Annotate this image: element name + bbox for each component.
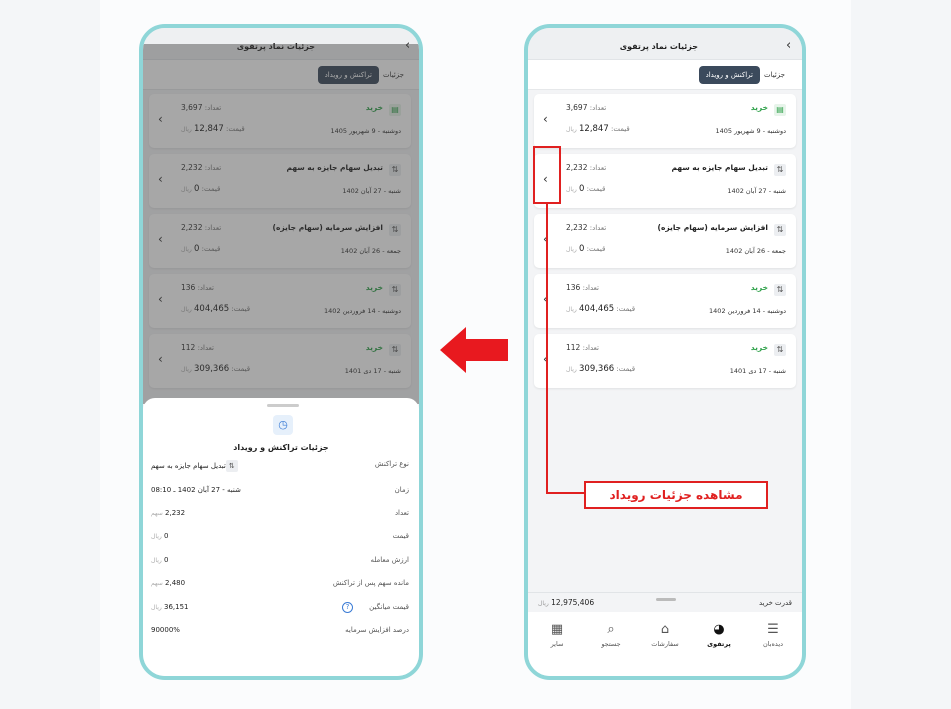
nav-item-more[interactable]: ▦ سایر — [534, 622, 580, 648]
callout-label: مشاهده جزئیات رویداد — [584, 481, 768, 509]
event-count: تعداد: 2,232 — [566, 163, 607, 172]
nav-item-orders[interactable]: ⌂ سفارشات — [642, 622, 688, 648]
buy-power-label: قدرت خرید — [758, 599, 792, 607]
clock-document-icon: ◷ — [273, 415, 293, 435]
event-card[interactable]: ⇅ افزایش سرمایه (سهام جایزه) جمعه - 26 آ… — [534, 214, 796, 268]
app-header: جزئیات نماد پرتفوی ‹ — [528, 28, 802, 60]
tab-transactions[interactable]: تراکنش و رویداد — [698, 66, 760, 84]
callout-connector — [546, 204, 548, 494]
event-type: خرید — [750, 103, 768, 112]
event-count: تعداد: 2,232 — [566, 223, 607, 232]
phone-event-details: جزئیات نماد پرتفوی ‹ جزئیات تراکنش و روی… — [139, 24, 423, 680]
swap-icon: ⇅ — [774, 224, 786, 236]
highlight-box — [533, 146, 561, 204]
event-count: تعداد: 112 — [566, 343, 599, 352]
detail-value: ⇅تبدیل سهام جایزه به سهم — [151, 460, 242, 472]
page-title: جزئیات نماد پرتفوی — [619, 42, 698, 51]
chevron-left-icon[interactable]: ‹ — [543, 112, 548, 126]
event-type: خرید — [750, 343, 768, 352]
receipt-icon: ▤ — [774, 104, 786, 116]
event-date: شنبه - 17 دی 1401 — [729, 367, 786, 375]
event-count: تعداد: 136 — [566, 283, 599, 292]
transaction-details-sheet: ◷ جزئیات تراکنش و رویداد نوع تراکنش ⇅تبد… — [143, 398, 419, 676]
event-price: قیمت: 0 ریال — [566, 244, 606, 254]
bottom-nav: ☰ دیده‌بان ◕ پرتفوی ⌂ سفارشات ⌕ جستجو ▦ … — [528, 612, 802, 676]
detail-row: زمان شنبه - 27 آبان 1402 ـ 08:10 — [151, 486, 409, 494]
nav-item-portfolio[interactable]: ◕ پرتفوی — [696, 622, 742, 648]
event-date: شنبه - 27 آبان 1402 — [727, 187, 786, 195]
drag-handle[interactable] — [656, 598, 676, 601]
left-arrow-icon — [440, 327, 508, 373]
watchlist-icon: ☰ — [767, 622, 779, 637]
detail-row: مانده سهم پس از تراکنش 2,480 سهم — [151, 579, 409, 587]
detail-row: قیمت 0 ریال — [151, 532, 409, 540]
phone-event-list: جزئیات نماد پرتفوی ‹ جزئیات تراکنش و روی… — [524, 24, 806, 680]
sheet-drag-handle[interactable] — [267, 404, 299, 407]
grid-icon: ▦ — [550, 622, 564, 637]
event-type: تبدیل سهام جایزه به سهم — [671, 163, 768, 172]
tab-details[interactable]: جزئیات — [757, 66, 792, 84]
nav-item-search[interactable]: ⌕ جستجو — [588, 622, 634, 648]
event-date: جمعه - 26 آبان 1402 — [725, 247, 786, 255]
event-card[interactable]: ⇅ خرید دوشنبه - 14 فروردین 1402 تعداد: 1… — [534, 274, 796, 328]
swap-icon: ⇅ — [225, 460, 238, 472]
modal-backdrop[interactable] — [143, 44, 419, 404]
basket-icon: ⌂ — [660, 622, 670, 637]
event-price: قیمت: 309,366 ریال — [566, 364, 636, 374]
back-chevron-icon[interactable]: ‹ — [786, 38, 791, 53]
buy-power-value: 12,975,406 ریال — [538, 598, 595, 607]
buy-power-bar: قدرت خرید 12,975,406 ریال — [528, 592, 802, 612]
event-type: خرید — [750, 283, 768, 292]
event-price: قیمت: 404,465 ریال — [566, 304, 636, 314]
pie-chart-icon: ◕ — [713, 622, 725, 637]
detail-row: قیمت میانگین ? 36,151 ریال — [151, 602, 409, 613]
event-card[interactable]: ▤ خرید دوشنبه - 9 شهریور 1405 تعداد: 3,6… — [534, 94, 796, 148]
detail-row: درصد افزایش سرمایه 90000% — [151, 626, 409, 634]
swap-icon: ⇅ — [774, 284, 786, 296]
event-card[interactable]: ⇅ خرید شنبه - 17 دی 1401 تعداد: 112 قیمت… — [534, 334, 796, 388]
detail-row: ارزش معامله 0 ریال — [151, 556, 409, 564]
detail-row: نوع تراکنش ⇅تبدیل سهام جایزه به سهم — [151, 460, 409, 472]
swap-icon: ⇅ — [774, 164, 786, 176]
event-card[interactable]: ⇅ تبدیل سهام جایزه به سهم شنبه - 27 آبان… — [534, 154, 796, 208]
search-icon: ⌕ — [607, 622, 615, 637]
sheet-title: جزئیات تراکنش و رویداد — [233, 443, 329, 452]
callout-connector — [546, 492, 584, 494]
detail-row: تعداد 2,232 سهم — [151, 509, 409, 517]
event-price: قیمت: 12,847 ریال — [566, 124, 630, 134]
swap-icon: ⇅ — [774, 344, 786, 356]
tab-bar: جزئیات تراکنش و رویداد — [528, 60, 802, 90]
help-icon[interactable]: ? — [342, 602, 353, 613]
event-count: تعداد: 3,697 — [566, 103, 607, 112]
event-type: افزایش سرمایه (سهام جایزه) — [657, 223, 768, 232]
event-date: دوشنبه - 9 شهریور 1405 — [715, 127, 786, 135]
event-date: دوشنبه - 14 فروردین 1402 — [709, 307, 786, 315]
event-price: قیمت: 0 ریال — [566, 184, 606, 194]
nav-item-watchlist[interactable]: ☰ دیده‌بان — [750, 622, 796, 648]
